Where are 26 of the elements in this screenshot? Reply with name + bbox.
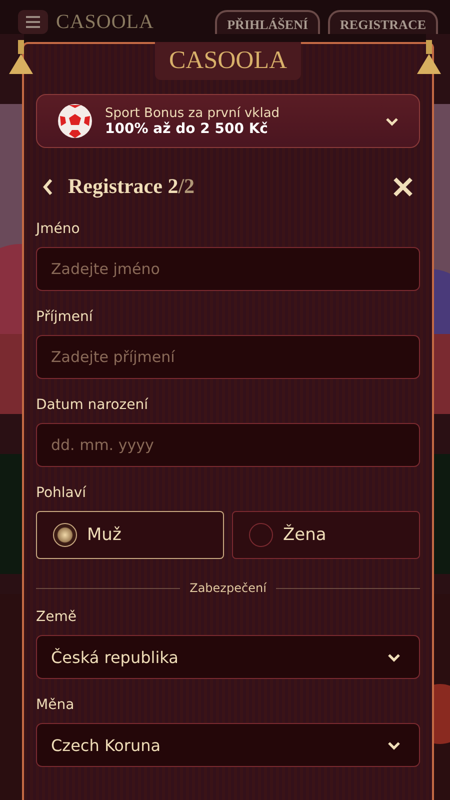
modal-logo: CASOOLA	[154, 42, 302, 80]
chevron-down-icon	[387, 652, 401, 662]
menu-icon[interactable]	[18, 10, 48, 34]
section-divider-label: Zabezpečení	[190, 581, 266, 595]
login-button[interactable]: PŘIHLÁŠENÍ	[215, 10, 320, 34]
field-label: Datum narození	[36, 397, 150, 413]
field-label: Země	[36, 609, 78, 625]
field-label: Příjmení	[36, 309, 94, 325]
bonus-banner[interactable]: Sport Bonus za první vklad 100% až do 2 500 Kč	[36, 94, 420, 148]
input-field[interactable]: dd. mm. yyyy	[36, 423, 420, 467]
select-field[interactable]: Czech Koruna	[36, 723, 420, 767]
radio-option[interactable]: Žena	[232, 511, 420, 559]
register-button[interactable]: REGISTRACE	[328, 10, 438, 34]
select-field[interactable]: Česká republika	[36, 635, 420, 679]
radio-option[interactable]: Muž	[36, 511, 224, 559]
close-button[interactable]	[392, 176, 414, 198]
input-field[interactable]: Zadejte jméno	[36, 247, 420, 291]
modal-title: Registrace 2/2	[68, 174, 196, 199]
field-label: Pohlaví	[36, 485, 88, 501]
back-button[interactable]	[42, 178, 54, 196]
field-label: Jméno	[36, 221, 81, 237]
chevron-down-icon	[387, 740, 401, 750]
soccer-ball-icon	[57, 103, 93, 139]
logo: CASOOLA	[56, 11, 154, 33]
field-label: Měna	[36, 697, 76, 713]
input-field[interactable]: Zadejte příjmení	[36, 335, 420, 379]
